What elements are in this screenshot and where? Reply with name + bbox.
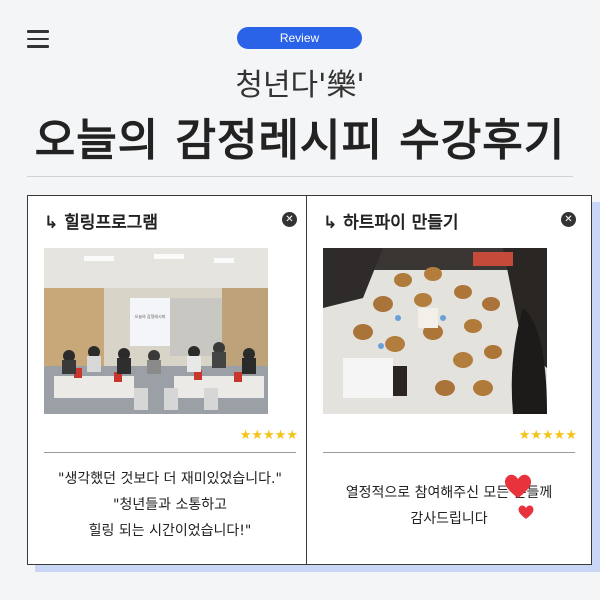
card-divider	[44, 452, 296, 453]
hamburger-menu-icon[interactable]	[27, 30, 49, 48]
review-line: "생각했던 것보다 더 재미있었습니다."	[58, 471, 282, 487]
heart-pie-photo	[323, 248, 547, 414]
review-line: 감사드립니다	[410, 511, 488, 527]
close-icon[interactable]: ✕	[282, 212, 297, 227]
card-title: ↳ 힐링프로그램	[44, 213, 159, 233]
heart-icon	[518, 505, 534, 519]
card-title: ↳ 하트파이 만들기	[323, 213, 459, 233]
review-badge: Review	[237, 27, 362, 49]
healing-program-photo: 오늘의 감정레시피	[44, 248, 268, 414]
card-divider	[323, 452, 575, 453]
page-subtitle: 청년다'樂'	[235, 68, 365, 103]
review-line: 열정적으로 참여해주신 모든 분들께	[345, 485, 553, 501]
review-card-healing: ↳ 힐링프로그램 ✕ 오늘의 감정레시피 ★★★★★ "생각했던 것보다 더 재…	[27, 195, 313, 565]
close-icon[interactable]: ✕	[561, 212, 576, 227]
review-text: "생각했던 것보다 더 재미있었습니다." "청년들과 소통하고 힐링 되는 시…	[32, 466, 308, 544]
review-line: "청년들과 소통하고	[113, 497, 227, 513]
review-line: 힐링 되는 시간이었습니다!"	[88, 523, 252, 539]
screen-text: 오늘의 감정레시피	[135, 313, 166, 319]
review-card-heartpie: ↳ 하트파이 만들기 ✕ ★★★★★ 열정적으로 참여해주신 모든 분들께 감사…	[306, 195, 592, 565]
heart-icon	[504, 474, 532, 498]
rating-stars: ★★★★★	[518, 428, 577, 443]
page-title: 오늘의 감정레시피 수강후기	[34, 115, 566, 166]
rating-stars: ★★★★★	[239, 428, 298, 443]
header-divider	[27, 176, 573, 177]
review-text: 열정적으로 참여해주신 모든 분들께 감사드립니다	[311, 480, 587, 532]
